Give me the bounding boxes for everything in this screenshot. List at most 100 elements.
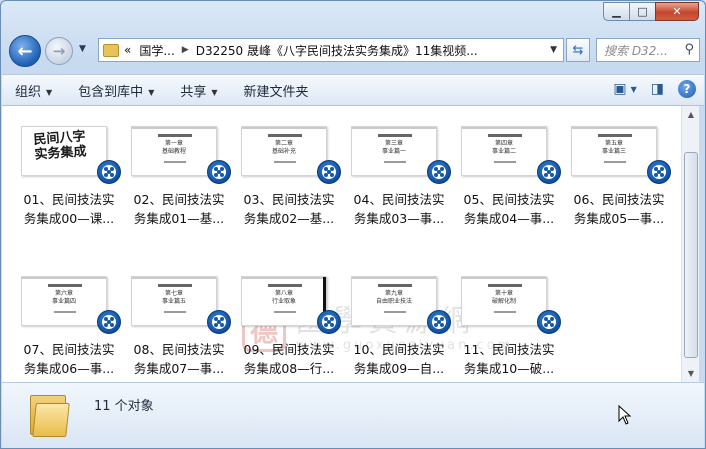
thumbnail-title: 第八章 行业取象 — [271, 290, 296, 305]
file-name-line1: 04、民间技法实 — [353, 192, 445, 207]
media-player-icon — [427, 160, 451, 184]
search-icon[interactable]: ⚲ — [684, 42, 694, 57]
video-thumbnail: 第五章 事业篇三 — [571, 126, 657, 176]
file-item[interactable]: 民间八字 实务集成 01、民间技法实 务集成00—课... — [13, 114, 123, 244]
organize-menu[interactable]: 组织 ▼ — [2, 81, 65, 100]
media-player-icon — [97, 310, 121, 334]
video-thumbnail: 第二章 基础补充 — [241, 126, 327, 176]
folder-icon — [103, 43, 119, 57]
back-arrow-icon[interactable]: ← — [9, 35, 41, 67]
thumbnail-title: 第三章 事业篇一 — [381, 140, 406, 155]
file-name-line1: 08、民间技法实 — [133, 342, 225, 357]
file-name-line2: 务集成04—事... — [463, 211, 555, 226]
include-in-library-menu[interactable]: 包含到库中 ▼ — [65, 81, 167, 100]
file-name-line2: 务集成02—基... — [243, 211, 335, 226]
video-thumbnail: 民间八字 实务集成 — [21, 126, 107, 176]
new-folder-button[interactable]: 新建文件夹 — [231, 81, 322, 100]
file-item[interactable]: 第四章 事业篇二 05、民间技法实 务集成04—事... — [453, 114, 563, 244]
close-button[interactable]: ✕ — [655, 2, 699, 21]
minimize-button[interactable]: ▁ — [603, 2, 630, 21]
file-name: 09、民间技法实 务集成08—行... — [233, 340, 345, 378]
thumbnail-title: 第一章 基础教程 — [161, 140, 186, 155]
file-name-line2: 务集成06—事... — [23, 361, 115, 376]
file-name-line1: 10、民间技法实 — [353, 342, 445, 357]
file-item[interactable]: 第十章 破解化制 11、民间技法实 务集成10—破... — [453, 264, 563, 382]
file-name-line2: 务集成01—基... — [133, 211, 225, 226]
file-item[interactable]: 第三章 事业篇一 04、民间技法实 务集成03—事... — [343, 114, 453, 244]
thumbnail-title: 第二章 基础补充 — [271, 140, 296, 155]
address-dropdown-icon[interactable]: ▼ — [550, 45, 557, 55]
file-name: 01、民间技法实 务集成00—课... — [13, 190, 125, 228]
file-name-line1: 11、民间技法实 — [463, 342, 555, 357]
file-name-line2: 务集成07—事... — [133, 361, 225, 376]
share-menu[interactable]: 共享 ▼ — [167, 81, 230, 100]
thumbnail-title: 第四章 事业篇二 — [491, 140, 516, 155]
mouse-cursor-icon — [618, 405, 632, 425]
file-name-line1: 05、民间技法实 — [463, 192, 555, 207]
preview-pane-icon[interactable]: ◨ — [651, 81, 664, 97]
file-name-line2: 务集成08—行... — [243, 361, 335, 376]
media-player-icon — [537, 160, 561, 184]
file-name-line2: 务集成03—事... — [353, 211, 445, 226]
thumbnail-title: 第五章 事业篇三 — [601, 140, 626, 155]
recent-pages-dropdown[interactable]: ▼ — [79, 44, 86, 54]
file-name: 10、民间技法实 务集成09—自... — [343, 340, 455, 378]
file-item[interactable]: 第七章 事业篇五 08、民间技法实 务集成07—事... — [123, 264, 233, 382]
chevron-down-icon: ▼ — [148, 87, 155, 97]
details-pane: 11 个对象 — [2, 382, 704, 448]
forward-arrow-icon[interactable]: → — [45, 37, 73, 65]
media-player-icon — [97, 160, 121, 184]
scroll-up-icon[interactable]: ▲ — [682, 106, 700, 123]
breadcrumb-separator-icon[interactable]: ▶ — [182, 45, 189, 55]
command-bar: 组织 ▼ 包含到库中 ▼ 共享 ▼ 新建文件夹 ▣ ▼ ◨ ? — [2, 74, 704, 106]
file-item[interactable]: 第五章 事业篇三 06、民间技法实 务集成05—事... — [563, 114, 673, 244]
search-input[interactable]: 搜索 D32... ⚲ — [596, 38, 700, 62]
video-thumbnail: 第四章 事业篇二 — [461, 126, 547, 176]
video-thumbnail: 第十章 破解化制 — [461, 276, 547, 326]
file-name: 04、民间技法实 务集成03—事... — [343, 190, 455, 228]
breadcrumb-current[interactable]: D32250 晟峰《八字民间技法实务集成》11集视频... — [196, 42, 478, 59]
file-name-line2: 务集成09—自... — [353, 361, 445, 376]
file-item[interactable]: 第二章 基础补充 03、民间技法实 务集成02—基... — [233, 114, 343, 244]
address-bar[interactable]: « 国学... ▶ D32250 晟峰《八字民间技法实务集成》11集视频... … — [98, 38, 564, 62]
vertical-scrollbar[interactable]: ▲ ▼ — [681, 106, 699, 382]
file-name-line1: 09、民间技法实 — [243, 342, 335, 357]
thumbnail-title: 民间八字 实务集成 — [33, 129, 87, 163]
address-overflow[interactable]: « — [124, 43, 131, 57]
file-name-line1: 03、民间技法实 — [243, 192, 335, 207]
thumbnail-title: 第九章 自由职业技法 — [375, 290, 412, 305]
video-thumbnail: 第六章 事业篇四 — [21, 276, 107, 326]
scroll-thumb[interactable] — [684, 152, 698, 358]
video-thumbnail: 第八章 行业取象 — [241, 276, 327, 326]
view-options-icon[interactable]: ▣ — [613, 81, 626, 97]
media-player-icon — [317, 310, 341, 334]
file-list[interactable]: 德 國學資源網 www.guoxueziyuan.com 民间八字 实务集成01… — [2, 106, 681, 382]
file-name-line1: 01、民间技法实 — [23, 192, 115, 207]
chevron-down-icon: ▼ — [46, 87, 53, 97]
organize-label: 组织 — [15, 84, 42, 100]
file-name-line2: 务集成10—破... — [463, 361, 555, 376]
file-item[interactable]: 第九章 自由职业技法 10、民间技法实 务集成09—自... — [343, 264, 453, 382]
breadcrumb-root[interactable]: 国学... — [139, 42, 174, 59]
video-thumbnail: 第一章 基础教程 — [131, 126, 217, 176]
share-label: 共享 — [180, 84, 207, 100]
search-placeholder: 搜索 D32... — [604, 43, 668, 58]
thumbnail-title: 第十章 破解化制 — [491, 290, 516, 305]
maximize-button[interactable]: □ — [629, 2, 656, 21]
caption-buttons: ▁ □ ✕ — [603, 2, 699, 21]
refresh-icon[interactable]: ⇆ — [566, 38, 590, 62]
file-item[interactable]: 第一章 基础教程 02、民间技法实 务集成01—基... — [123, 114, 233, 244]
media-player-icon — [427, 310, 451, 334]
view-dropdown-icon[interactable]: ▼ — [631, 85, 637, 94]
thumbnail-title: 第六章 事业篇四 — [51, 290, 76, 305]
file-item[interactable]: 第六章 事业篇四 07、民间技法实 务集成06—事... — [13, 264, 123, 382]
help-icon[interactable]: ? — [678, 80, 696, 98]
toolbar-right: ▣ ▼ ◨ ? — [599, 80, 696, 98]
file-name-line2: 务集成00—课... — [23, 211, 115, 226]
scroll-down-icon[interactable]: ▼ — [682, 365, 700, 382]
file-item[interactable]: 第八章 行业取象 09、民间技法实 务集成08—行... — [233, 264, 343, 382]
media-player-icon — [317, 160, 341, 184]
file-name: 02、民间技法实 务集成01—基... — [123, 190, 235, 228]
item-count: 11 个对象 — [94, 399, 154, 414]
file-name: 05、民间技法实 务集成04—事... — [453, 190, 565, 228]
